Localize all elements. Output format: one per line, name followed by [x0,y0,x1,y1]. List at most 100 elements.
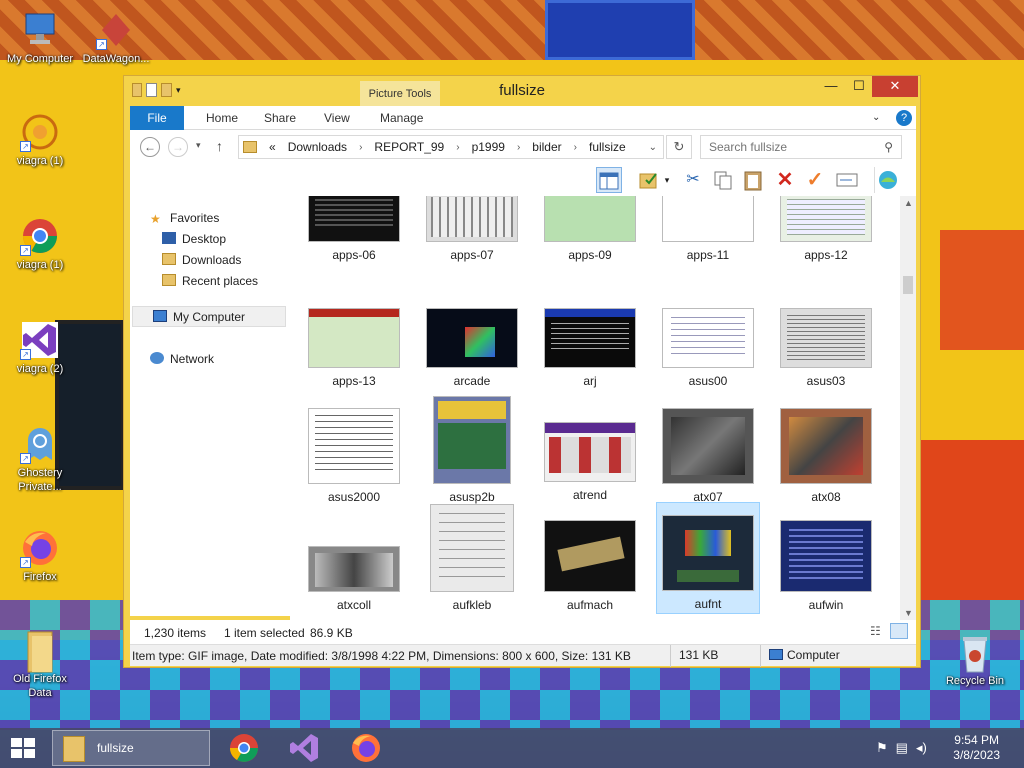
large-icons-view-icon[interactable] [890,623,908,639]
chevron-down-icon[interactable]: ▾ [660,167,674,193]
breadcrumb-p1999[interactable]: p1999 [472,140,505,154]
thumbnail [308,546,400,592]
list-item[interactable]: atx07 [656,408,760,504]
computer-icon [20,10,60,50]
desktop-icon-firefox[interactable]: ↗ Firefox [0,528,80,584]
title-bar[interactable]: ▾ Picture Tools fullsize — ☐ ✕ [124,76,920,107]
list-item[interactable]: apps-13 [302,308,406,388]
properties-folder-icon[interactable] [636,167,662,193]
clock[interactable]: 9:54 PM 3/8/2023 [953,733,1000,763]
thumbnail [780,408,872,484]
list-item[interactable]: apps-07 [420,196,524,262]
list-item[interactable]: asusp2b [420,396,524,504]
list-item[interactable]: aufwin [774,520,878,612]
help-icon[interactable]: ? [896,110,912,126]
search-icon[interactable]: ⚲ [884,140,893,154]
desktop-icon-old-firefox-data[interactable]: Old Firefox Data [0,630,80,700]
taskbar-chrome-button[interactable] [220,732,268,764]
tab-view[interactable]: View [310,106,364,130]
address-prefix[interactable]: « [269,140,276,154]
checkmark-icon[interactable]: ✓ [802,167,828,193]
search-box[interactable]: ⚲ [700,135,902,159]
list-item[interactable]: asus2000 [302,408,406,504]
breadcrumb-bilder[interactable]: bilder [532,140,561,154]
breadcrumb-separator-icon[interactable]: › [456,142,459,153]
nav-network[interactable]: Network [130,349,290,370]
list-item-selected[interactable]: aufnt [656,502,760,614]
taskbar-explorer-button[interactable]: fullsize [52,730,210,766]
desktop-icon-label: DataWagon... [82,53,150,65]
thumbnail [662,408,754,484]
address-bar[interactable]: « Downloads › REPORT_99 › p1999 › bilder… [238,135,664,159]
globe-icon[interactable] [874,167,900,193]
scroll-up-icon[interactable]: ▲ [904,198,913,208]
breadcrumb-report[interactable]: REPORT_99 [374,140,444,154]
flag-icon[interactable]: ⚑ [876,740,888,756]
list-item[interactable]: atxcoll [302,546,406,612]
tab-share[interactable]: Share [250,106,310,130]
nav-downloads[interactable]: Downloads [130,250,290,271]
nav-favorites[interactable]: ★ Favorites [130,208,290,229]
ribbon-tabs: File Home Share View Manage ⌄ ? [130,106,916,130]
visual-studio-icon [290,734,318,762]
recent-locations-icon[interactable]: ▾ [196,140,201,151]
list-item[interactable]: apps-11 [656,196,760,262]
desktop-icon-visual-studio[interactable]: ↗ viagra (2) [0,320,80,376]
desktop-icon-datawagon[interactable]: ↗ DataWagon... [76,10,156,66]
navigation-pane: ★ Favorites Desktop Downloads Recent plac… [130,196,290,616]
list-item[interactable]: arcade [420,308,524,388]
tab-file[interactable]: File [130,106,184,130]
tab-home[interactable]: Home [192,106,252,130]
list-item[interactable]: atrend [538,422,642,502]
start-button[interactable] [10,736,36,760]
scrollbar-thumb[interactable] [903,276,913,294]
paste-icon[interactable] [740,167,766,193]
vertical-scrollbar[interactable]: ▲ ▼ [900,196,916,620]
nav-desktop[interactable]: Desktop [130,229,290,250]
scroll-down-icon[interactable]: ▼ [904,608,913,618]
desktop-icon-my-computer[interactable]: My Computer [0,10,80,66]
list-item[interactable]: apps-12 [774,196,878,262]
forward-button[interactable]: → [168,137,188,157]
nav-my-computer[interactable]: My Computer [132,306,286,327]
address-dropdown-icon[interactable]: ⌄ [649,142,657,153]
list-item[interactable]: arj [538,308,642,388]
taskbar-visual-studio-button[interactable] [280,732,328,764]
close-button[interactable]: ✕ [872,76,918,97]
nav-recent-places[interactable]: Recent places [130,271,290,292]
list-item[interactable]: asus00 [656,308,760,388]
taskbar-firefox-button[interactable] [342,732,390,764]
preview-pane-button[interactable] [596,167,622,193]
list-item[interactable]: aufkleb [420,504,524,612]
search-input[interactable] [701,136,871,158]
breadcrumb-downloads[interactable]: Downloads [288,140,347,154]
refresh-button[interactable]: ↻ [666,135,692,159]
breadcrumb-separator-icon[interactable]: › [517,142,520,153]
volume-icon[interactable]: ◂) [916,740,927,756]
rename-icon[interactable] [834,167,860,193]
list-item[interactable]: atx08 [774,408,878,504]
network-tray-icon[interactable]: ▤ [896,740,908,756]
desktop-icon-recycle-bin[interactable]: Recycle Bin [935,632,1015,688]
copy-icon[interactable] [710,167,736,193]
breadcrumb-separator-icon[interactable]: › [574,142,577,153]
up-button[interactable]: ↑ [216,138,223,154]
back-button[interactable]: ← [140,137,160,157]
ribbon-expand-icon[interactable]: ⌄ [872,106,880,130]
breadcrumb-fullsize[interactable]: fullsize [589,140,626,154]
location-text: Computer [787,648,840,662]
desktop-icon-ghostery[interactable]: ↗ Ghostery Private... [0,424,80,494]
list-item[interactable]: asus03 [774,308,878,388]
details-view-icon[interactable]: ☷ [870,624,886,638]
maximize-button[interactable]: ☐ [845,76,873,97]
cut-icon[interactable]: ✂ [680,167,706,193]
breadcrumb-separator-icon[interactable]: › [359,142,362,153]
desktop-icon-chrome[interactable]: ↗ viagra (1) [0,216,80,272]
desktop-icon-viagra-1[interactable]: ↗ viagra (1) [0,112,80,168]
tab-manage[interactable]: Manage [366,106,437,130]
delete-icon[interactable]: ✕ [772,167,798,193]
list-item[interactable]: apps-09 [538,196,642,262]
list-item[interactable]: apps-06 [302,196,406,262]
list-item[interactable]: aufmach [538,520,642,612]
minimize-button[interactable]: — [817,76,845,97]
